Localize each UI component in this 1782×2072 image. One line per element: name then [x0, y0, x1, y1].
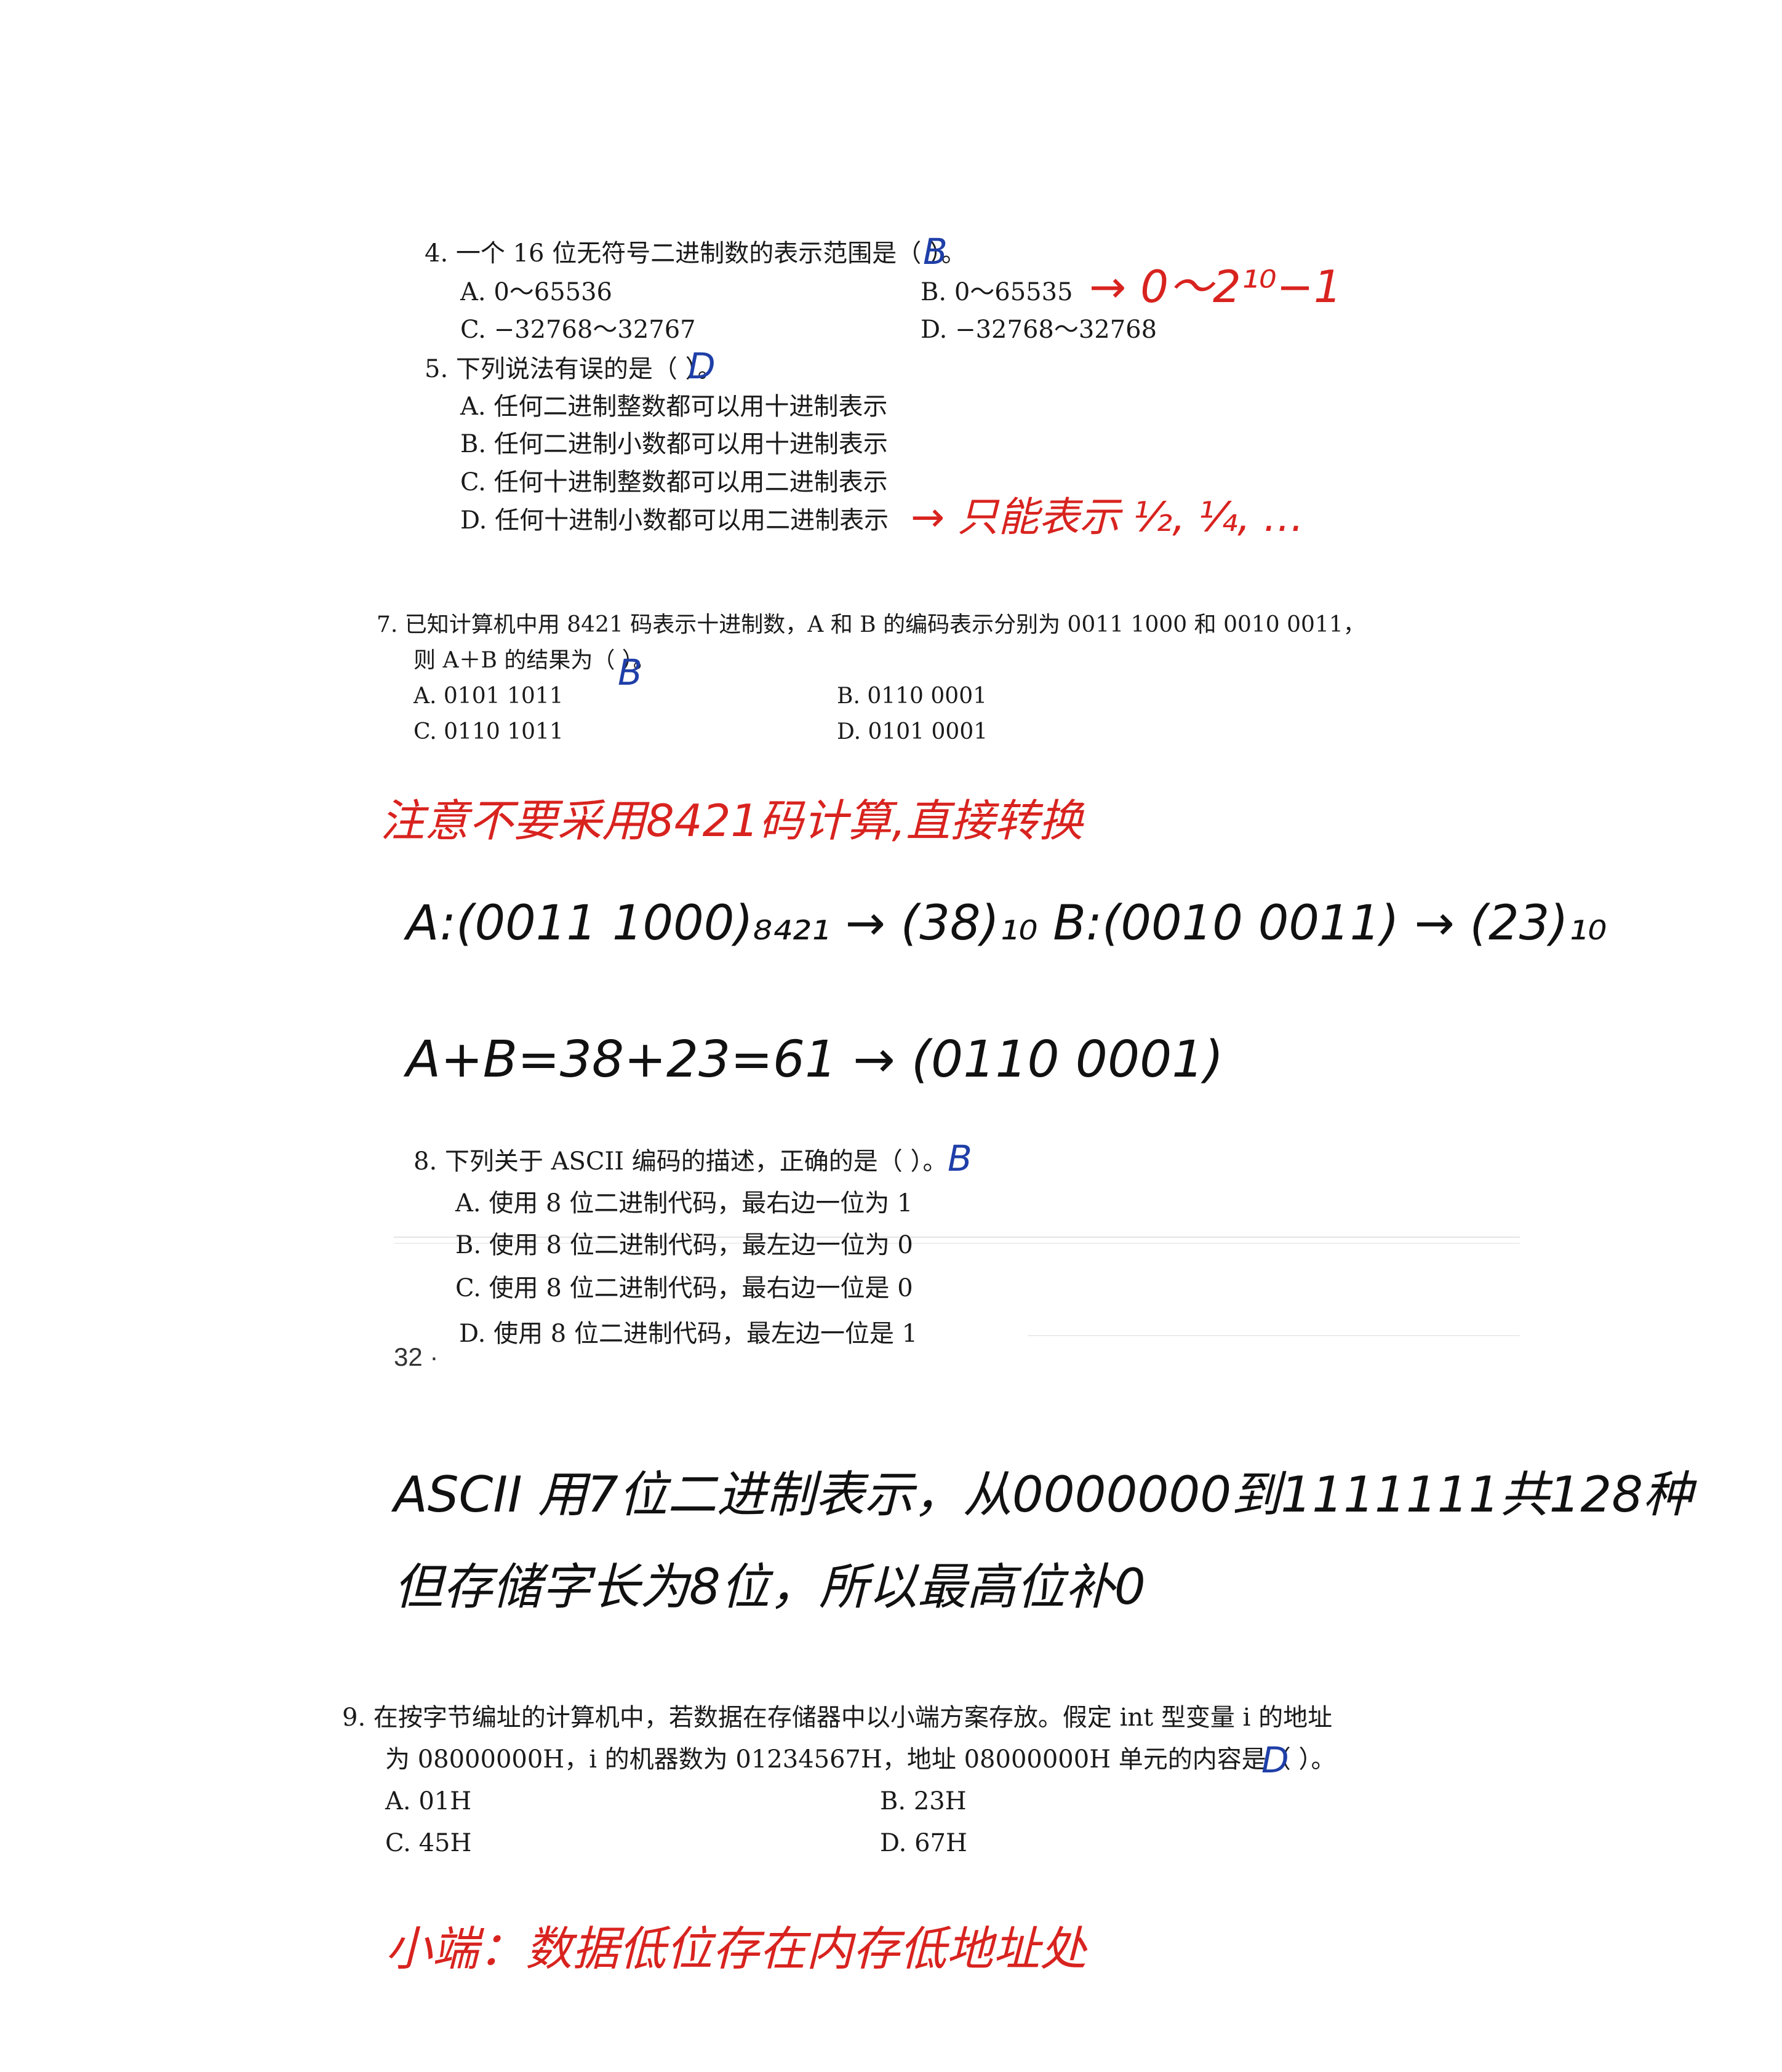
q5-option-b: B. 任何二进制小数都可以用十进制表示	[460, 430, 888, 458]
q4-answer: B	[923, 231, 948, 273]
q9-option-d: D. 67H	[880, 1829, 967, 1857]
q5-handwritten-note: → 只能表示 ½, ¼, …	[911, 493, 1305, 541]
q9-stem-line2: 为 08000000H，i 的机器数为 01234567H，地址 0800000…	[385, 1745, 1336, 1774]
q9-option-c: C. 45H	[385, 1829, 472, 1857]
q7-option-b: B. 0110 0001	[837, 683, 988, 709]
q4-handwritten-note: → 0～2¹⁰−1	[1089, 261, 1342, 313]
q8-option-a: A. 使用 8 位二进制代码，最右边一位为 1	[455, 1189, 913, 1217]
q5-stem: 5. 下列说法有误的是（ ）。	[425, 355, 722, 383]
q7-answer: B	[618, 651, 642, 693]
q9-answer: D	[1261, 1739, 1289, 1781]
q4-option-b: B. 0～65535	[921, 278, 1073, 306]
q8-stem: 8. 下列关于 ASCII 编码的描述，正确的是（ ）。	[414, 1147, 948, 1176]
q8-working-line1: ASCII 用7位二进制表示，从0000000到1111111共128种	[394, 1466, 1693, 1523]
q7-handwritten-note: 注意不要采用8421码计算,直接转换	[380, 795, 1084, 847]
scan-divider	[1028, 1335, 1520, 1336]
q5-option-a: A. 任何二进制整数都可以用十进制表示	[460, 392, 888, 421]
q7-option-a: A. 0101 1011	[414, 683, 564, 709]
q4-option-c: C. −32768～32767	[460, 316, 696, 344]
q4-option-d: D. −32768～32768	[921, 316, 1157, 344]
q5-option-c: C. 任何十进制整数都可以用二进制表示	[460, 468, 888, 496]
q9-option-a: A. 01H	[385, 1787, 472, 1815]
page-number: 32 ·	[394, 1342, 439, 1371]
q9-handwritten-note: 小端：数据低位存在内存低地址处	[385, 1921, 1087, 1976]
q8-option-c: C. 使用 8 位二进制代码，最右边一位是 0	[455, 1274, 913, 1302]
q9-option-b: B. 23H	[880, 1787, 967, 1815]
q4-stem: 4. 一个 16 位无符号二进制数的表示范围是（ ）。	[425, 239, 966, 268]
q7-option-c: C. 0110 1011	[414, 719, 564, 744]
q5-answer: D	[688, 345, 716, 387]
q7-working-line2: A+B=38+23=61 → (0110 0001)	[406, 1030, 1224, 1089]
q7-option-d: D. 0101 0001	[837, 719, 988, 744]
q8-working-line2: 但存储字长为8位，所以最高位补0	[394, 1558, 1146, 1616]
q8-option-d: D. 使用 8 位二进制代码，最左边一位是 1	[459, 1320, 918, 1348]
q8-answer: B	[948, 1138, 972, 1179]
q9-stem-line1: 9. 在按字节编址的计算机中，若数据在存储器中以小端方案存放。假定 int 型变…	[342, 1703, 1333, 1732]
q4-option-a: A. 0～65536	[460, 278, 613, 306]
q7-working-line1: A:(0011 1000)₈₄₂₁ → (38)₁₀ B:(0010 0011)…	[406, 896, 1607, 951]
q8-option-b: B. 使用 8 位二进制代码，最左边一位为 0	[455, 1231, 913, 1259]
q7-stem-line1: 7. 已知计算机中用 8421 码表示十进制数，A 和 B 的编码表示分别为 0…	[377, 612, 1365, 637]
q5-option-d: D. 任何十进制小数都可以用二进制表示	[460, 506, 889, 535]
